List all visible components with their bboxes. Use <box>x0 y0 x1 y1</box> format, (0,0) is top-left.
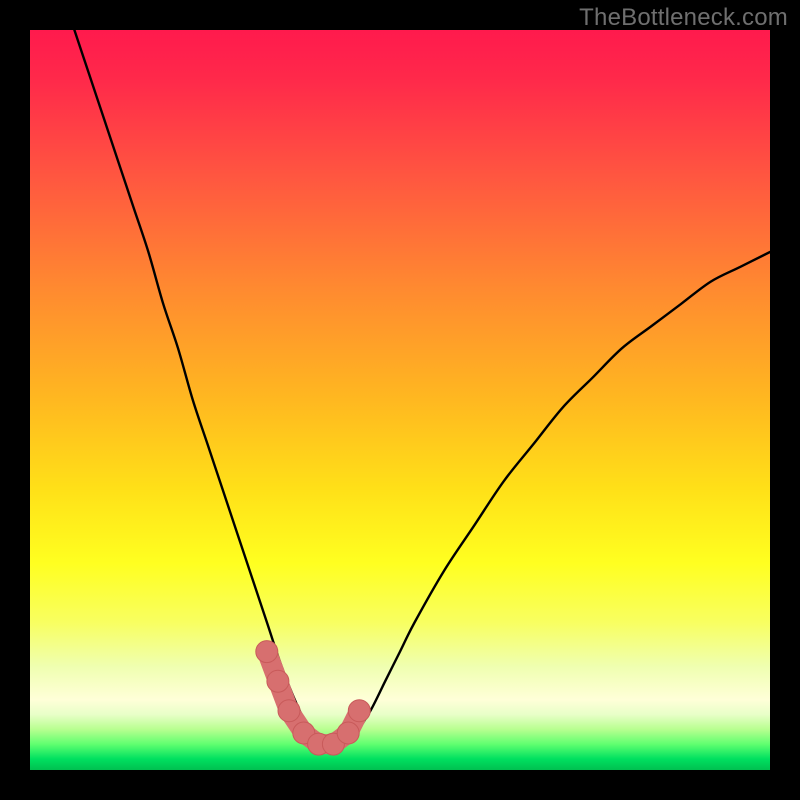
marker-dot <box>337 722 359 744</box>
marker-dot <box>348 700 370 722</box>
gradient-background <box>30 30 770 770</box>
plot-area <box>30 30 770 770</box>
marker-dot <box>256 641 278 663</box>
marker-dot <box>278 700 300 722</box>
marker-dot <box>267 670 289 692</box>
chart-frame: TheBottleneck.com <box>0 0 800 800</box>
chart-svg <box>30 30 770 770</box>
watermark-text: TheBottleneck.com <box>579 4 788 32</box>
